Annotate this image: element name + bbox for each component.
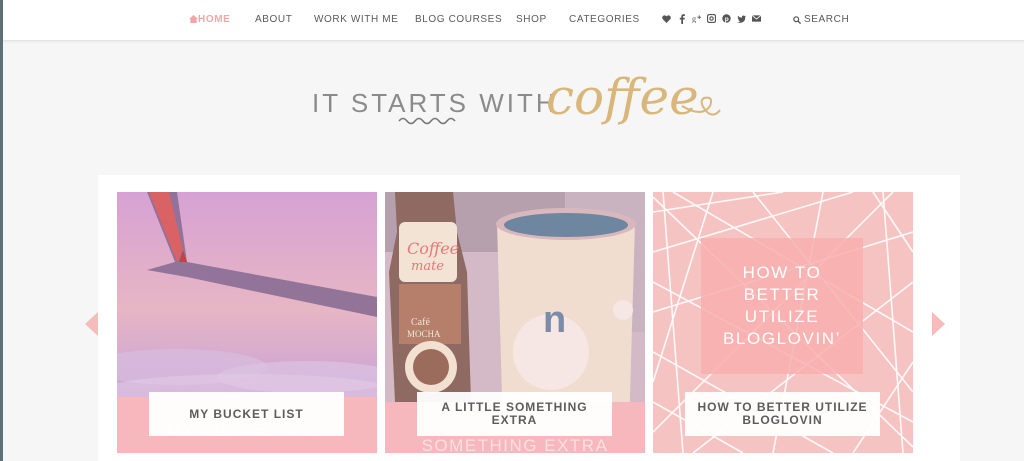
svg-text:Café: Café [411,317,430,328]
nav-about[interactable]: ABOUT [255,14,292,25]
squiggle-decoration [398,117,456,125]
slide-ghost-title: SOMETHING EXTRA [421,436,609,453]
pinterest-icon[interactable]: p [722,13,731,24]
nav-home[interactable]: HOME [189,14,230,25]
slide-caption[interactable]: MY BUCKET LIST [149,392,344,436]
svg-text:mate: mate [411,259,444,274]
twitter-icon[interactable] [737,13,746,24]
home-icon [189,15,198,23]
svg-text:MOCHA: MOCHA [407,329,441,339]
nav-shop[interactable]: SHOP [516,14,547,25]
slide-how-to-better-utilize-bloglovin[interactable]: HOW TO BETTER UTILIZE BLOGLOVIN’ HOW TO … [653,192,913,453]
email-icon[interactable] [752,13,761,24]
slide-my-bucket-list[interactable]: MY BUCKET LIST MY BUCKET LIST [117,192,377,453]
search-button[interactable]: SEARCH [793,14,849,25]
logo-script-text: coffee [546,68,699,126]
nav-blog-courses[interactable]: BLOG COURSES [415,14,502,25]
nav-categories[interactable]: CATEGORIES [569,14,640,25]
google-plus-icon[interactable]: g [692,13,701,24]
slide-caption[interactable]: HOW TO BETTER UTILIZE BLOGLOVIN [685,392,880,436]
site-logo[interactable]: IT STARTS WITH coffee [312,66,722,136]
slide-a-little-something-extra[interactable]: Coffee mate Café MOCHA n SOMETHING EXTRA… [385,192,645,453]
slider-next-arrow[interactable] [931,311,947,337]
logo-text: IT STARTS WITH [312,88,558,118]
window-edge [0,0,3,461]
search-label: SEARCH [804,14,850,25]
heart-icon[interactable] [662,13,671,24]
social-links: g p [662,13,761,24]
slide-overlay-title: HOW TO BETTER UTILIZE BLOGLOVIN’ [701,238,863,374]
nav-work-with-me[interactable]: WORK WITH ME [314,14,398,25]
svg-text:g: g [692,15,696,23]
instagram-icon[interactable] [707,13,716,24]
slide-caption[interactable]: A LITTLE SOMETHING EXTRA [417,392,612,436]
svg-text:p: p [725,16,729,23]
svg-text:n: n [543,299,566,341]
search-icon [793,15,801,24]
svg-text:Coffee: Coffee [407,239,459,258]
top-navigation: HOME ABOUT WORK WITH ME BLOG COURSES SHO… [3,0,1024,41]
slider-prev-arrow[interactable] [83,311,99,337]
logo-script: coffee [546,68,721,126]
facebook-icon[interactable] [677,13,686,24]
nav-home-label: HOME [198,14,231,25]
